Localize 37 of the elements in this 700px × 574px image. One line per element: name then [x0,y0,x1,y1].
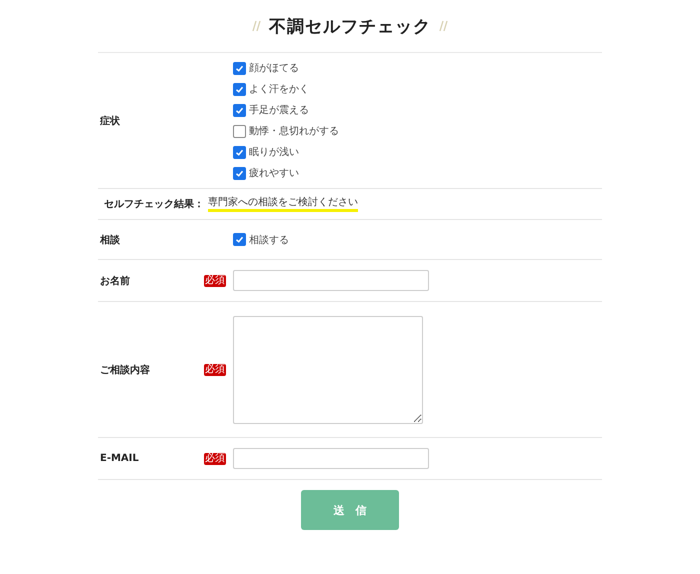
checkbox-label: 顔がほてる [249,62,299,75]
required-badge: 必須 [204,364,226,376]
checkbox-label: 疲れやすい [249,166,299,180]
checkbox[interactable] [233,104,246,116]
slash-ornament-icon [439,20,448,32]
page-title: 不調セルフチェック [269,16,431,38]
submit-button[interactable]: 送 信 [301,490,399,530]
required-badge: 必須 [204,452,226,464]
text-field[interactable] [233,448,429,469]
slash-ornament-icon [252,20,261,32]
checkbox[interactable] [233,62,246,74]
field-label: お名前 [99,274,131,288]
message-field[interactable] [233,316,423,424]
checkbox[interactable] [233,146,246,158]
text-field[interactable] [233,270,429,291]
checkbox-label: 手足が震える [249,104,309,117]
field-label: E-MAIL [99,453,140,464]
required-badge: 必須 [204,274,226,286]
checkbox-label: 眠りが浅い [249,146,299,159]
result-label: セルフチェック結果： [104,198,204,211]
checkbox-label: 動悸・息切れがする [249,124,339,138]
checkbox[interactable] [233,124,246,138]
checkbox[interactable] [233,82,246,96]
checkmark-icon [235,64,244,72]
checkmark-icon [235,168,244,178]
checkmark-icon [235,148,244,156]
checkbox[interactable] [233,166,246,180]
checkmark-icon [235,106,244,114]
checkmark-icon [235,235,244,244]
checkbox-label: よく汗をかく [249,83,309,96]
field-label: 相談 [98,234,121,246]
field-label: ご相談内容 [99,363,151,376]
checkbox-label: 相談する [249,234,289,246]
checkmark-icon [235,84,244,94]
checkbox[interactable] [233,233,246,246]
field-label: 症状 [98,114,121,128]
result-text: 専門家への相談をご検討ください [208,196,358,212]
